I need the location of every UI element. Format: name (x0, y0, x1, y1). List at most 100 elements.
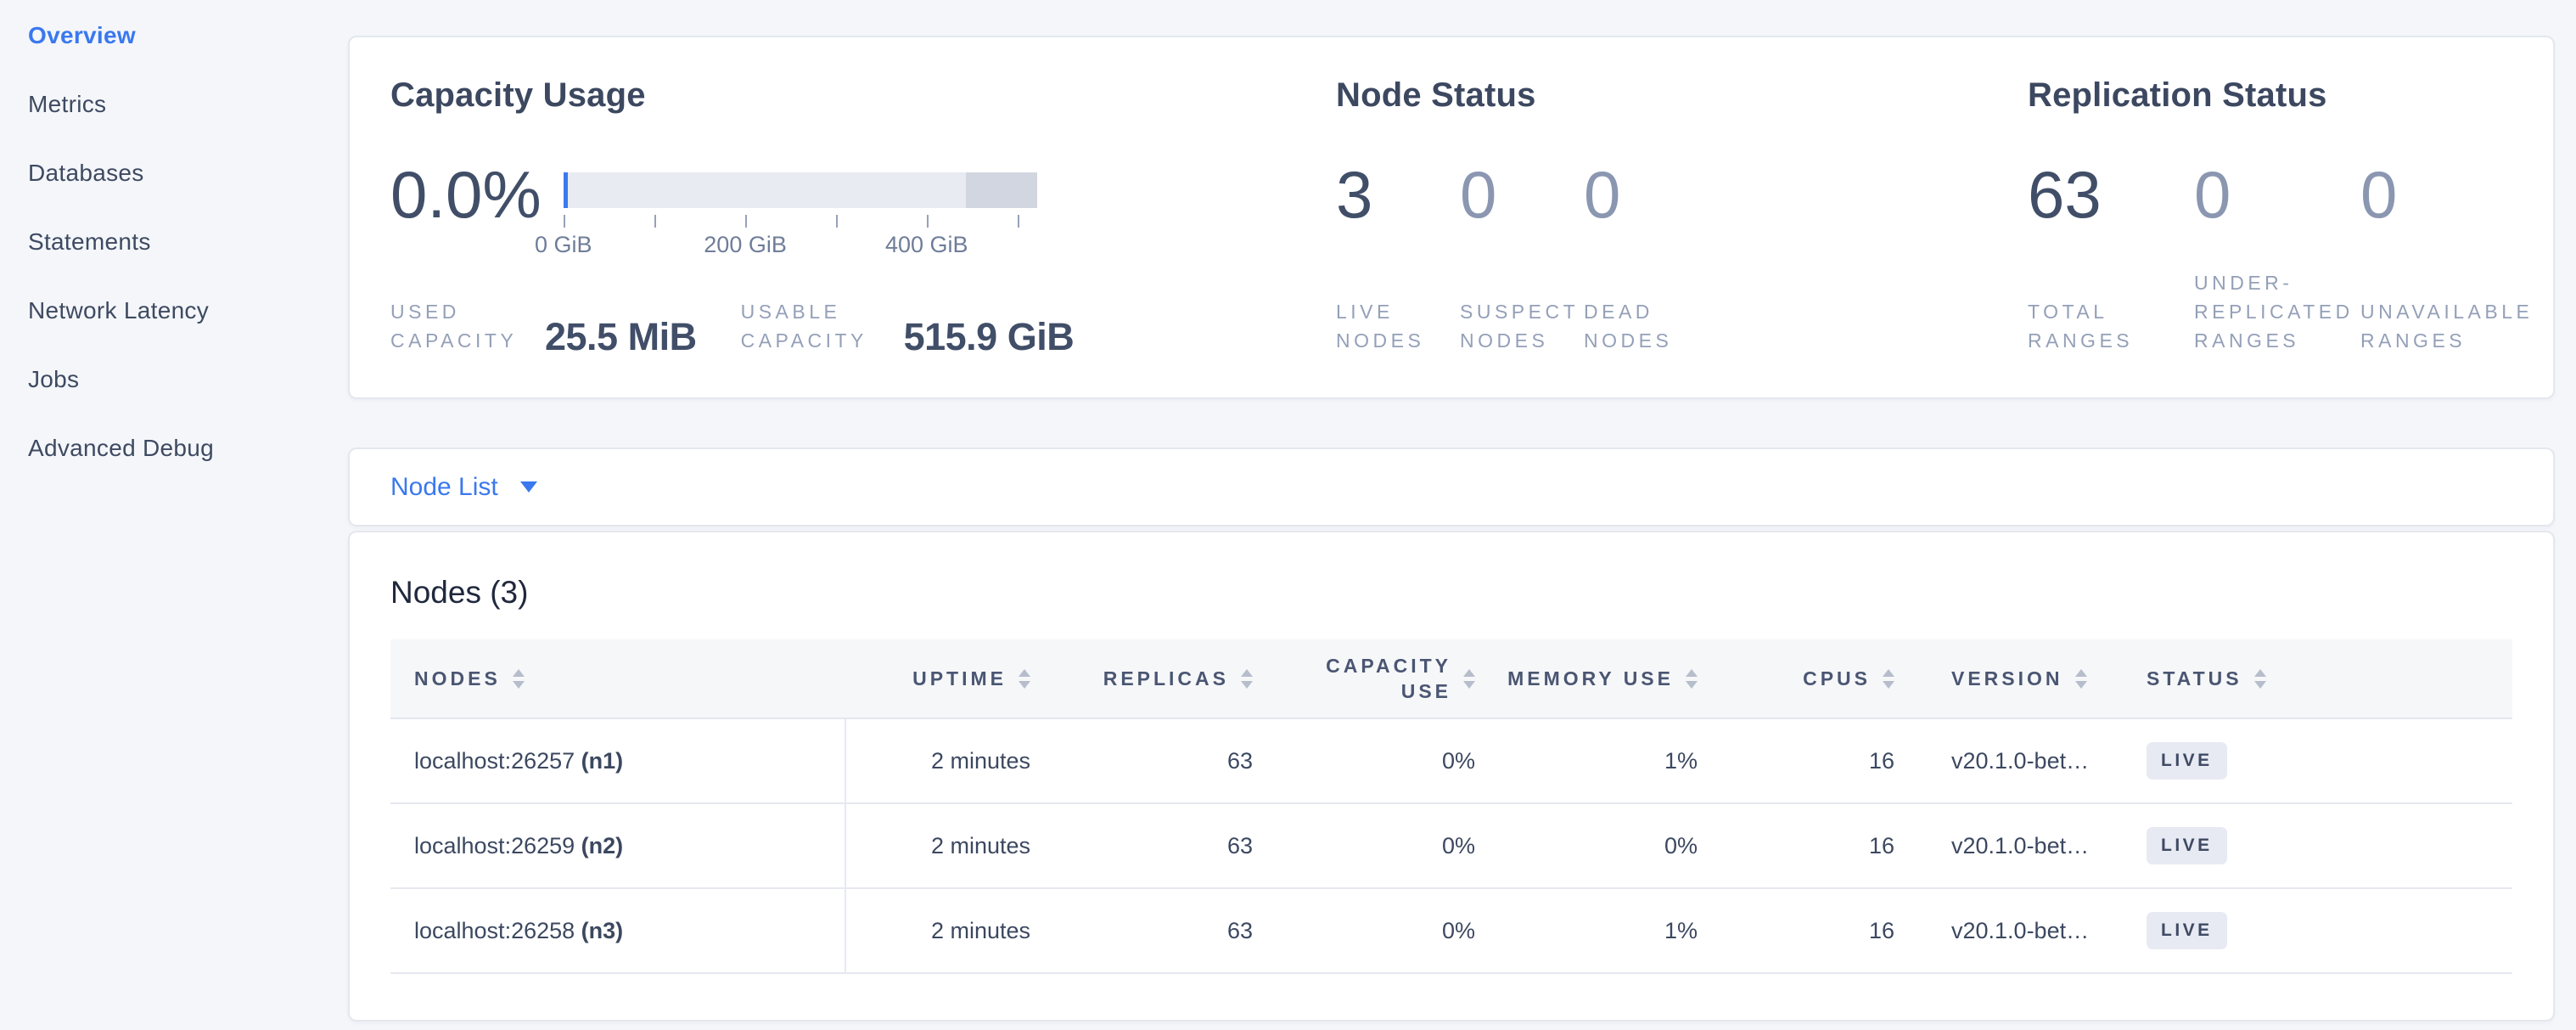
sidebar-item-statements[interactable]: Statements (28, 229, 348, 254)
node-id: (n3) (581, 918, 624, 943)
node-list-dropdown[interactable]: Node List (390, 473, 537, 502)
memory-use-cell: 1% (1494, 718, 1716, 803)
usable-capacity-label: USABLE CAPACITY (741, 297, 895, 355)
live-nodes-label: LIVE NODES (1336, 297, 1460, 355)
column-header-replicas[interactable]: REPLICAS (1049, 639, 1271, 718)
capacity-used-percent: 0.0% (390, 160, 542, 228)
sort-icon (2254, 669, 2266, 689)
node-link[interactable]: localhost:26259 (n2) (414, 833, 623, 858)
column-label: VERSION (1951, 667, 2063, 690)
main-content: Capacity Usage 0.0% (348, 0, 2576, 1030)
version-cell: v20.1.0-bet… (1913, 888, 2130, 973)
capacity-use-cell: 0% (1271, 718, 1494, 803)
node-address-cell: localhost:26259 (n2) (390, 803, 845, 888)
version-cell: v20.1.0-bet… (1913, 803, 2130, 888)
memory-use-cell: 0% (1494, 803, 1716, 888)
column-header-uptime[interactable]: UPTIME (845, 639, 1049, 718)
under-replicated-ranges-stat: 0 UNDER-REPLICATED RANGES (2194, 160, 2360, 355)
status-cell: LIVE (2130, 803, 2512, 888)
sort-icon (513, 669, 525, 689)
column-header-version[interactable]: VERSION (1913, 639, 2130, 718)
column-header-nodes[interactable]: NODES (390, 639, 845, 718)
unavailable-ranges-stat: 0 UNAVAILABLE RANGES (2360, 160, 2527, 355)
node-id: (n2) (581, 833, 624, 858)
sidebar-item-overview[interactable]: Overview (28, 23, 348, 48)
node-list-dropdown-label: Node List (390, 473, 498, 502)
live-nodes-value: 3 (1336, 160, 1460, 228)
page: Overview Metrics Databases Statements Ne… (0, 0, 2576, 1030)
sort-icon (1883, 669, 1894, 689)
used-capacity-label: USED CAPACITY (390, 297, 536, 355)
nodes-table: NODES UPTIME REPLICAS CAPACITY USE MEMOR (390, 639, 2512, 974)
node-address: localhost:26259 (414, 833, 575, 858)
under-replicated-ranges-label: UNDER-REPLICATED RANGES (2194, 268, 2360, 355)
table-row: localhost:26258 (n3) 2 minutes 63 0% 1% … (390, 888, 2512, 973)
dead-nodes-label: DEAD NODES (1584, 297, 1708, 355)
total-ranges-label: TOTAL RANGES (2028, 297, 2194, 355)
sort-icon (1463, 669, 1475, 689)
status-badge: LIVE (2147, 912, 2227, 949)
replication-status-section: Replication Status 63 TOTAL RANGES 0 UND… (1987, 37, 2553, 397)
dead-nodes-value: 0 (1584, 160, 1708, 228)
axis-label: 0 GiB (535, 232, 592, 258)
suspect-nodes-label: SUSPECT NODES (1460, 297, 1584, 355)
replicas-cell: 63 (1049, 718, 1271, 803)
column-label: REPLICAS (1103, 667, 1229, 690)
usable-capacity-value: 515.9 GiB (904, 319, 1075, 355)
total-ranges-stat: 63 TOTAL RANGES (2028, 160, 2194, 355)
capacity-bar-track (564, 172, 1037, 208)
under-replicated-ranges-value: 0 (2194, 160, 2360, 228)
node-list-header-card: Node List (348, 447, 2555, 526)
axis-tick (654, 215, 656, 228)
column-header-status[interactable]: STATUS (2130, 639, 2512, 718)
chevron-down-icon (520, 481, 537, 492)
capacity-use-cell: 0% (1271, 888, 1494, 973)
sidebar-item-jobs[interactable]: Jobs (28, 367, 348, 391)
cpus-cell: 16 (1716, 718, 1913, 803)
axis-tick (927, 215, 929, 228)
sort-icon (2075, 669, 2087, 689)
column-header-capacity-use[interactable]: CAPACITY USE (1271, 639, 1494, 718)
suspect-nodes-stat: 0 SUSPECT NODES (1460, 160, 1584, 355)
node-status-section: Node Status 3 LIVE NODES 0 SUSPECT NODES… (1295, 37, 1987, 397)
column-label: NODES (414, 667, 501, 690)
nodes-table-card: Nodes (3) NODES UPTIME RE (348, 531, 2555, 1022)
node-status-title: Node Status (1336, 76, 1987, 115)
node-link[interactable]: localhost:26258 (n3) (414, 918, 623, 943)
axis-tick (836, 215, 838, 228)
column-header-memory-use[interactable]: MEMORY USE (1494, 639, 1716, 718)
column-label: UPTIME (912, 667, 1007, 690)
status-cell: LIVE (2130, 888, 2512, 973)
capacity-usage-section: Capacity Usage 0.0% (350, 37, 1295, 397)
capacity-bar-reserved-segment (966, 172, 1037, 208)
sort-icon (1686, 669, 1698, 689)
sidebar: Overview Metrics Databases Statements Ne… (0, 0, 348, 1030)
capacity-bar-ticks (564, 215, 1037, 228)
node-address: localhost:26258 (414, 918, 575, 943)
table-row: localhost:26257 (n1) 2 minutes 63 0% 1% … (390, 718, 2512, 803)
capacity-bar-used-indicator (564, 172, 568, 208)
column-header-cpus[interactable]: CPUS (1716, 639, 1913, 718)
sidebar-item-metrics[interactable]: Metrics (28, 92, 348, 116)
axis-label: 200 GiB (704, 232, 787, 258)
axis-label: 400 GiB (885, 232, 968, 258)
live-nodes-stat: 3 LIVE NODES (1336, 160, 1460, 355)
sidebar-item-advanced-debug[interactable]: Advanced Debug (28, 436, 348, 460)
usable-capacity-stat: USABLE CAPACITY 515.9 GiB (741, 297, 1075, 355)
capacity-use-cell: 0% (1271, 803, 1494, 888)
capacity-bar: 0 GiB 200 GiB 400 GiB (564, 160, 1037, 257)
node-address-cell: localhost:26257 (n1) (390, 718, 845, 803)
capacity-bar-axis: 0 GiB 200 GiB 400 GiB (564, 232, 1037, 257)
sidebar-item-databases[interactable]: Databases (28, 160, 348, 185)
cpus-cell: 16 (1716, 888, 1913, 973)
suspect-nodes-value: 0 (1460, 160, 1584, 228)
uptime-cell: 2 minutes (845, 803, 1049, 888)
replicas-cell: 63 (1049, 803, 1271, 888)
sidebar-item-network-latency[interactable]: Network Latency (28, 298, 348, 323)
unavailable-ranges-label: UNAVAILABLE RANGES (2360, 297, 2527, 355)
cpus-cell: 16 (1716, 803, 1913, 888)
node-link[interactable]: localhost:26257 (n1) (414, 748, 623, 774)
column-label: MEMORY USE (1507, 667, 1674, 690)
used-capacity-stat: USED CAPACITY 25.5 MiB (390, 297, 697, 355)
version-cell: v20.1.0-bet… (1913, 718, 2130, 803)
